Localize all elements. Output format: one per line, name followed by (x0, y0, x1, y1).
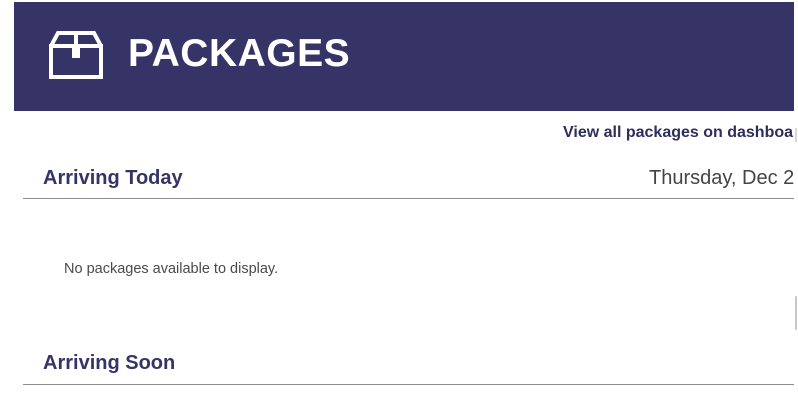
page-title: PACKAGES (128, 32, 351, 75)
divider-arriving-today (23, 198, 794, 199)
empty-packages-message: No packages available to display. (64, 261, 279, 277)
section-title-arriving-soon: Arriving Soon (43, 352, 176, 374)
scrollbar-thumb[interactable] (795, 296, 797, 330)
section-title-arriving-today: Arriving Today (43, 167, 183, 189)
package-box-icon (49, 31, 103, 79)
divider-arriving-soon (23, 384, 794, 385)
packages-widget: PACKAGES View all packages on dashboar A… (0, 0, 798, 414)
right-gutter (794, 0, 798, 414)
view-all-packages-link[interactable]: View all packages on dashboar (563, 124, 798, 142)
section-date-arriving-today: Thursday, Dec 2 (649, 167, 795, 189)
scrollbar-track-mark (795, 128, 797, 142)
packages-header: PACKAGES (14, 2, 794, 111)
